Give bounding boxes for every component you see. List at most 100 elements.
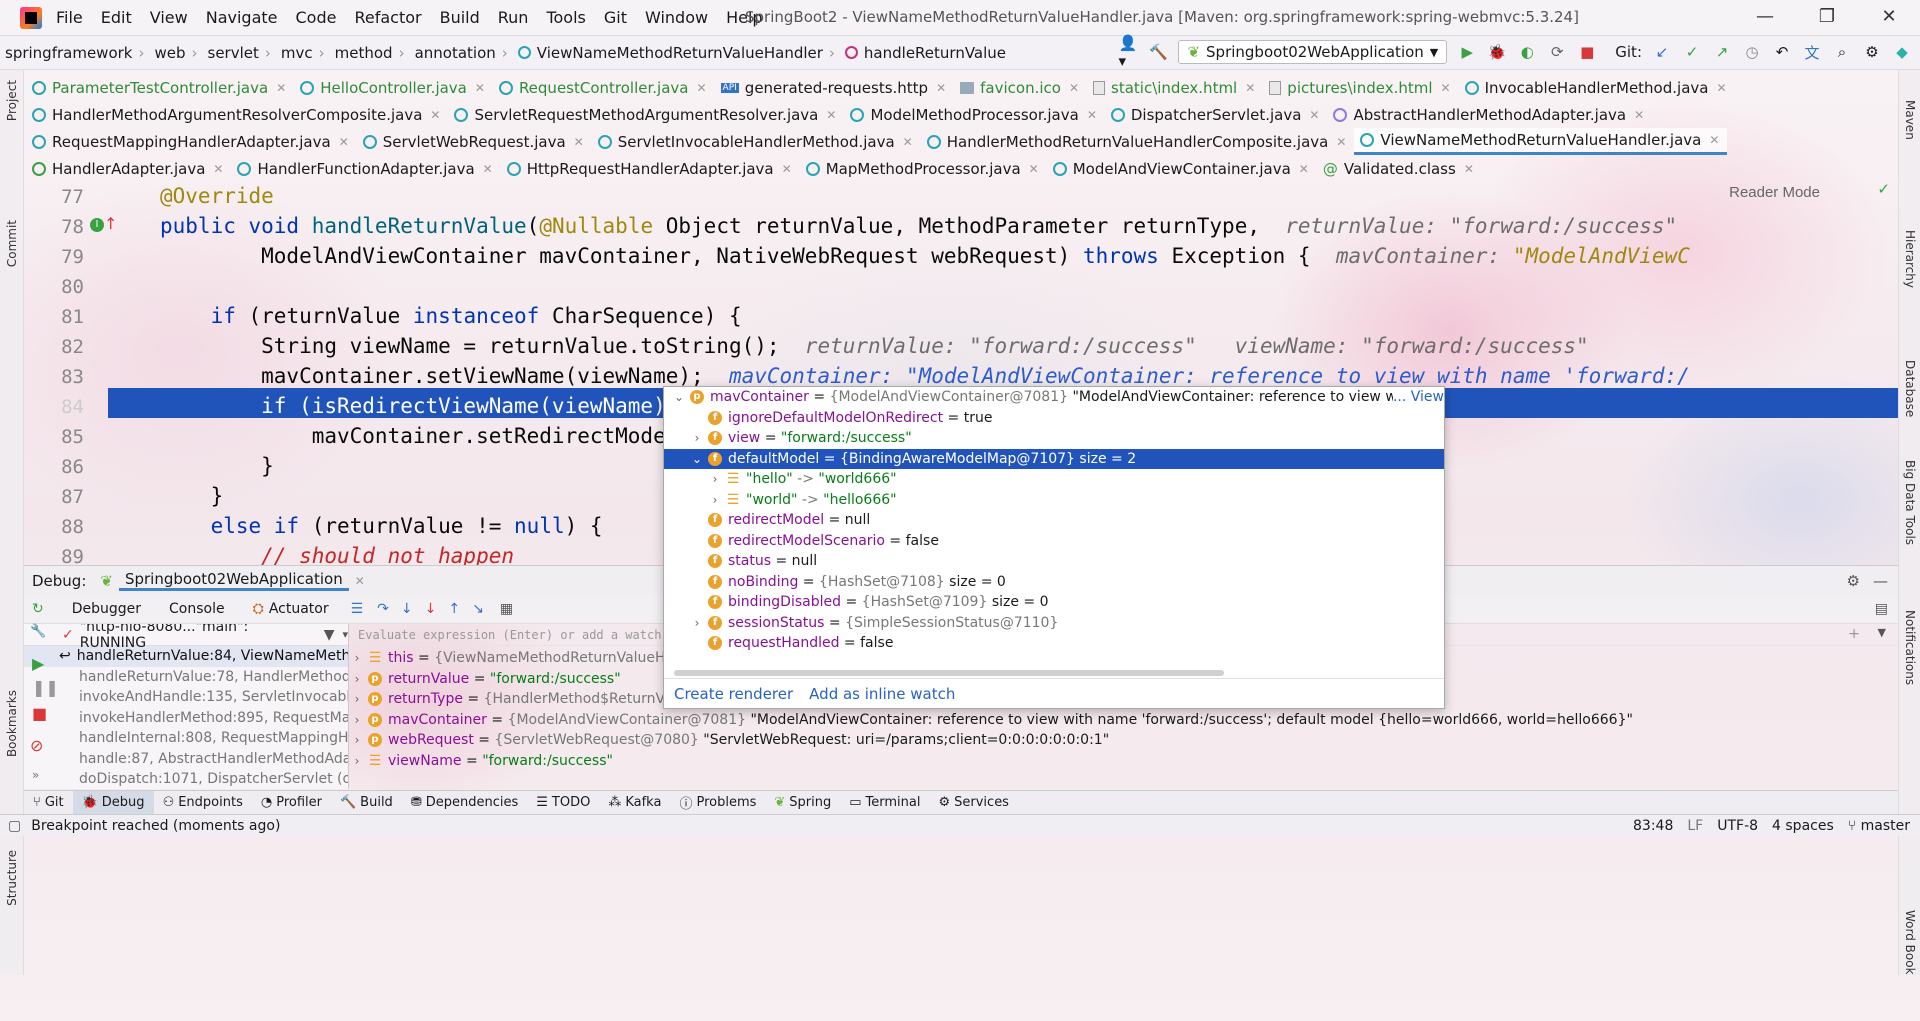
evaluate-icon[interactable]: ▦	[500, 601, 513, 617]
variable-row[interactable]: › p mavContainer = {ModelAndViewContainer@…	[350, 710, 1898, 731]
create-renderer-link[interactable]: Create renderer	[674, 685, 793, 703]
toolwin-terminal[interactable]: ▭ Terminal	[840, 791, 929, 815]
close-tab-icon[interactable]: ✕	[430, 108, 440, 122]
crumb-web[interactable]: web	[154, 44, 185, 62]
stop-icon[interactable]: ■	[32, 704, 47, 723]
close-tab-icon[interactable]: ✕	[1709, 133, 1719, 147]
side-database[interactable]: Database	[1903, 360, 1917, 417]
tab-console[interactable]: Console	[155, 601, 239, 617]
toolwin-debug[interactable]: 🐞 Debug	[72, 790, 154, 815]
side-maven[interactable]: Maven	[1903, 100, 1917, 140]
inspector-row[interactable]: › ☰ "world" -> "hello666"	[664, 490, 1444, 511]
menu-tools[interactable]: Tools	[546, 8, 585, 27]
stack-frame[interactable]: handleInternal:808, RequestMappingHandle…	[24, 728, 348, 749]
expand-arrow-icon[interactable]: ›	[350, 689, 364, 710]
crumb-method[interactable]: method	[335, 44, 393, 62]
reader-mode-toggle[interactable]: Reader Mode	[1729, 184, 1820, 201]
implements-gutter-icon[interactable]: I	[90, 218, 104, 232]
expand-arrow-icon[interactable]: ›	[350, 669, 364, 690]
stack-frame[interactable]: ↩handleReturnValue:84, ViewNameMethodRet	[24, 646, 348, 667]
close-tab-icon[interactable]: ✕	[1069, 81, 1079, 95]
step-out-icon[interactable]: ↑	[448, 601, 460, 617]
tab-servletinvocablehandlermethod[interactable]: ServletInvocableHandlerMethod.java ✕	[592, 128, 921, 155]
close-tab-icon[interactable]: ✕	[483, 162, 493, 176]
inspector-root-row[interactable]: ⌄ p mavContainer = {ModelAndViewContainer@…	[664, 387, 1444, 408]
side-structure[interactable]: Structure	[5, 850, 19, 906]
expand-arrow-icon[interactable]: ›	[350, 751, 364, 772]
debug-settings-icon[interactable]: ⚙	[1847, 572, 1860, 590]
inspector-row-selected[interactable]: ⌄ f defaultModel = {BindingAwareModelMap@7…	[664, 448, 1444, 470]
user-icon[interactable]: 👤▾	[1118, 34, 1138, 70]
filter-icon[interactable]: ▼	[324, 627, 335, 643]
close-tab-icon[interactable]: ✕	[1634, 108, 1644, 122]
tab-handleradapter[interactable]: HandlerAdapter.java ✕	[26, 155, 231, 182]
side-bookmarks[interactable]: Bookmarks	[5, 690, 19, 757]
stack-frame[interactable]: handleReturnValue:78, HandlerMethodRetur	[24, 667, 348, 688]
wrench-icon[interactable]: 🔧	[30, 624, 46, 639]
close-tab-icon[interactable]: ✕	[1336, 135, 1346, 149]
side-big-data-tools[interactable]: Big Data Tools	[1903, 460, 1917, 545]
tab-handlermethodreturnvaluehandlercomposite[interactable]: HandlerMethodReturnValueHandlerComposite…	[921, 128, 1355, 155]
side-hierarchy[interactable]: Hierarchy	[1903, 230, 1917, 288]
close-tab-icon[interactable]: ✕	[1029, 162, 1039, 176]
menu-run[interactable]: Run	[498, 8, 529, 27]
expand-arrow-icon[interactable]: ›	[350, 710, 364, 731]
view-link[interactable]: ... View	[1393, 387, 1444, 408]
tab-handlermethodargumentresolvercomposite[interactable]: HandlerMethodArgumentResolverComposite.j…	[26, 101, 448, 128]
expand-arrow-icon[interactable]: ›	[350, 730, 364, 751]
tab-httprequesthandleradapter[interactable]: HttpRequestHandlerAdapter.java ✕	[501, 155, 800, 182]
tab-generated-requests[interactable]: API generated-requests.http ✕	[715, 74, 955, 101]
tab-servletrequestmethodargumentresolver[interactable]: ServletRequestMethodArgumentResolver.jav…	[448, 101, 844, 128]
crumb-annotation[interactable]: annotation	[415, 44, 496, 62]
menu-file[interactable]: File	[56, 8, 83, 27]
settings-gear-icon[interactable]: ⚙	[1862, 42, 1882, 62]
expand-arrow-icon[interactable]: ›	[350, 648, 364, 669]
value-inspector-popup[interactable]: ⌄ p mavContainer = {ModelAndViewContainer@…	[663, 386, 1445, 709]
tab-hellocontroller[interactable]: HelloController.java ✕	[294, 74, 493, 101]
tab-favicon[interactable]: favicon.ico ✕	[954, 74, 1087, 101]
menu-window[interactable]: Window	[645, 8, 708, 27]
inspector-row[interactable]: f bindingDisabled = {HashSet@7109} size =…	[664, 592, 1444, 613]
close-tab-icon[interactable]: ✕	[276, 81, 286, 95]
step-over-icon[interactable]: ↷	[377, 601, 389, 617]
crumb-mvc[interactable]: mvc	[281, 44, 313, 62]
debug-session-tab[interactable]: Springboot02WebApplication	[118, 570, 349, 591]
expand-arrow-icon[interactable]: ›	[708, 469, 722, 490]
rollback-icon[interactable]: ↶	[1772, 42, 1792, 62]
tab-handlerfunctionadapter[interactable]: HandlerFunctionAdapter.java ✕	[231, 155, 500, 182]
run-icon[interactable]: ▶	[1457, 42, 1477, 62]
expand-arrow-icon[interactable]: ⌄	[672, 387, 686, 408]
status-toggle-icon[interactable]: ▢	[8, 818, 21, 834]
build-hammer-icon[interactable]: 🔨	[1148, 42, 1168, 62]
indent-setting[interactable]: 4 spaces	[1772, 818, 1834, 834]
stack-frame[interactable]: invokeHandlerMethod:895, RequestMapping	[24, 708, 348, 729]
tab-mapmethodprocessor[interactable]: MapMethodProcessor.java ✕	[800, 155, 1047, 182]
menu-navigate[interactable]: Navigate	[206, 8, 278, 27]
close-tab-icon[interactable]: ✕	[1087, 108, 1097, 122]
tab-parametertestcontroller[interactable]: ParameterTestController.java ✕	[26, 74, 294, 101]
toolwin-problems[interactable]: ⓘ Problems	[670, 791, 765, 815]
expand-arrow-icon[interactable]: ⌄	[690, 449, 704, 470]
inspector-row[interactable]: › f sessionStatus = {SimpleSessionStatus@7…	[664, 613, 1444, 634]
stack-frame[interactable]: invokeAndHandle:135, ServletInvocableHan…	[24, 687, 348, 708]
layout-icon[interactable]: ▤	[1875, 601, 1888, 617]
override-up-arrow-icon[interactable]: ↑	[104, 214, 117, 233]
expand-arrow-icon[interactable]: ›	[690, 613, 704, 634]
close-tab-icon[interactable]: ✕	[1441, 81, 1451, 95]
tab-servletwebrequest[interactable]: ServletWebRequest.java ✕	[357, 128, 592, 155]
close-tab-icon[interactable]: ✕	[696, 81, 706, 95]
run-to-cursor-icon[interactable]: ↘	[472, 601, 484, 617]
toolwin-git[interactable]: ⑂ Git	[24, 791, 73, 815]
pause-icon[interactable]: ❚❚	[32, 678, 59, 697]
mute-breakpoints-icon[interactable]: ⊘	[30, 736, 43, 755]
chevron-down-icon[interactable]: ▾	[342, 628, 348, 641]
file-encoding[interactable]: UTF-8	[1717, 818, 1758, 834]
git-commit-icon[interactable]: ✓	[1682, 42, 1702, 62]
close-session-icon[interactable]: ✕	[355, 574, 365, 588]
toolwin-spring[interactable]: ❦ Spring	[765, 791, 840, 815]
close-tab-icon[interactable]: ✕	[1299, 162, 1309, 176]
stop-icon[interactable]: ■	[1577, 42, 1597, 62]
menu-refactor[interactable]: Refactor	[354, 8, 421, 27]
toolwin-dependencies[interactable]: ⛃ Dependencies	[402, 791, 527, 815]
tab-abstracthandlermethodadapter[interactable]: AbstractHandlerMethodAdapter.java ✕	[1327, 101, 1652, 128]
